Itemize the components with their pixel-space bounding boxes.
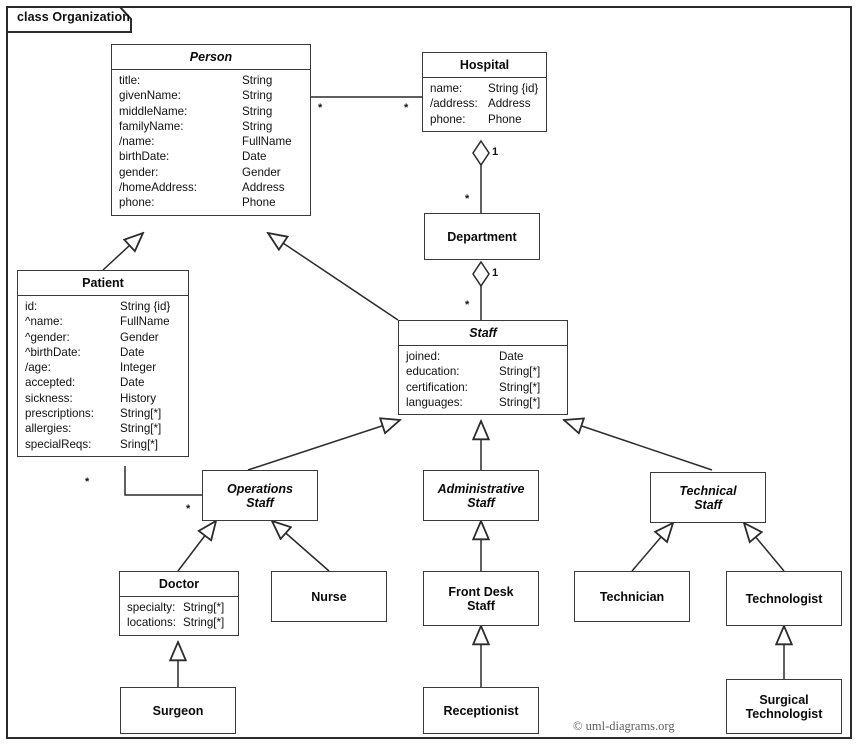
class-front-desk-staff-title: Front Desk Staff — [448, 584, 514, 613]
attribute-row: locations: String[*] — [127, 616, 225, 630]
multiplicity-department-staff-many: * — [465, 299, 470, 311]
class-doctor-attributes: specialty: String[*] locations: String[*] — [120, 597, 238, 635]
class-operations-staff[interactable]: Operations Staff — [202, 470, 318, 521]
attribute-row: /homeAddress: Address — [119, 181, 285, 195]
class-technician[interactable]: Technician — [574, 571, 690, 622]
class-nurse-title: Nurse — [311, 589, 347, 604]
class-surgeon-title: Surgeon — [152, 703, 204, 718]
class-technologist-title: Technologist — [745, 591, 823, 606]
class-front-desk-staff[interactable]: Front Desk Staff — [423, 571, 539, 626]
class-technician-title: Technician — [599, 589, 665, 604]
attribute-row: ^birthDate: Date — [25, 345, 145, 359]
uml-class-diagram: class Organization Person title: String g… — [0, 0, 860, 747]
class-doctor-title: Doctor — [158, 577, 200, 591]
attribute-row: givenName: String — [119, 89, 273, 103]
multiplicity-patient-ops-target: * — [186, 503, 191, 515]
class-technical-staff-title: Technical Staff — [679, 483, 737, 512]
attribute-row: /name: FullName — [119, 135, 292, 149]
multiplicity-hospital-department-one: 1 — [492, 146, 499, 158]
class-surgical-technologist[interactable]: Surgical Technologist — [726, 679, 842, 734]
attribute-row: sickness: History — [25, 391, 157, 405]
multiplicity-department-staff-one: 1 — [492, 267, 499, 279]
multiplicity-patient-ops-source: * — [85, 476, 90, 488]
class-hospital-title: Hospital — [459, 58, 510, 72]
class-nurse[interactable]: Nurse — [271, 571, 387, 622]
attribute-row: /address: Address — [430, 97, 531, 111]
class-technologist[interactable]: Technologist — [726, 571, 842, 626]
class-administrative-staff-title: Administrative Staff — [437, 481, 525, 510]
class-patient-attributes: id: String {id} ^name: FullName ^gender: Ge… — [18, 296, 188, 456]
attribute-row: joined: Date — [406, 350, 524, 363]
class-receptionist[interactable]: Receptionist — [423, 687, 539, 734]
class-surgical-technologist-title: Surgical Technologist — [745, 692, 823, 721]
attribute-row: allergies: String[*] — [25, 422, 162, 436]
attribute-row: prescriptions: String[*] — [25, 407, 162, 421]
class-doctor[interactable]: Doctor specialty: String[*] locations: Str… — [119, 571, 239, 636]
class-department-title: Department — [447, 229, 517, 244]
copyright-notice: © uml-diagrams.org — [573, 719, 675, 733]
attribute-row: middleName: String — [119, 104, 273, 118]
multiplicity-person-hospital-target: * — [404, 102, 409, 114]
attribute-row: gender: Gender — [119, 165, 281, 179]
frame-header-tab: class Organization — [6, 6, 132, 33]
class-administrative-staff[interactable]: Administrative Staff — [423, 470, 539, 521]
class-operations-staff-title: Operations Staff — [227, 481, 293, 510]
class-patient[interactable]: Patient id: String {id} ^name: FullName ^g… — [17, 270, 189, 457]
attribute-row: familyName: String — [119, 119, 273, 133]
class-staff[interactable]: Staff joined: Date education: String[*] ce… — [398, 320, 568, 416]
class-technical-staff[interactable]: Technical Staff — [650, 472, 766, 523]
class-person-title: Person — [189, 50, 233, 64]
attribute-row: specialReqs: Sring[*] — [25, 437, 159, 451]
class-receptionist-title: Receptionist — [443, 703, 519, 718]
class-staff-attributes: joined: Date education: String[*] certific… — [399, 346, 567, 414]
attribute-row: /age: Integer — [25, 361, 157, 375]
attribute-row: birthDate: Date — [119, 150, 267, 164]
frame-label: class Organization — [17, 10, 130, 24]
attribute-row: specialty: String[*] — [127, 601, 225, 614]
attribute-row: accepted: Date — [25, 376, 145, 390]
attribute-row: name: String {id} — [430, 82, 539, 95]
attribute-row: education: String[*] — [406, 365, 541, 379]
attribute-row: ^gender: Gender — [25, 330, 159, 344]
class-surgeon[interactable]: Surgeon — [120, 687, 236, 734]
class-staff-title: Staff — [469, 326, 497, 340]
class-hospital[interactable]: Hospital name: String {id} /address: Addre… — [422, 52, 547, 132]
attribute-row: phone: Phone — [119, 196, 276, 210]
attribute-row: phone: Phone — [430, 112, 522, 126]
attribute-row: languages: String[*] — [406, 395, 541, 409]
class-person-attributes: title: String givenName: String middleName… — [112, 70, 310, 215]
multiplicity-hospital-department-many: * — [465, 193, 470, 205]
multiplicity-person-hospital-source: * — [318, 102, 323, 114]
class-patient-title: Patient — [82, 276, 124, 290]
attribute-row: certification: String[*] — [406, 380, 541, 394]
attribute-row: ^name: FullName — [25, 315, 170, 329]
class-person[interactable]: Person title: String givenName: String mid… — [111, 44, 311, 216]
class-hospital-attributes: name: String {id} /address: Address phone:… — [423, 78, 546, 131]
class-department[interactable]: Department — [424, 213, 540, 260]
attribute-row: id: String {id} — [25, 300, 171, 313]
attribute-row: title: String — [119, 74, 273, 87]
